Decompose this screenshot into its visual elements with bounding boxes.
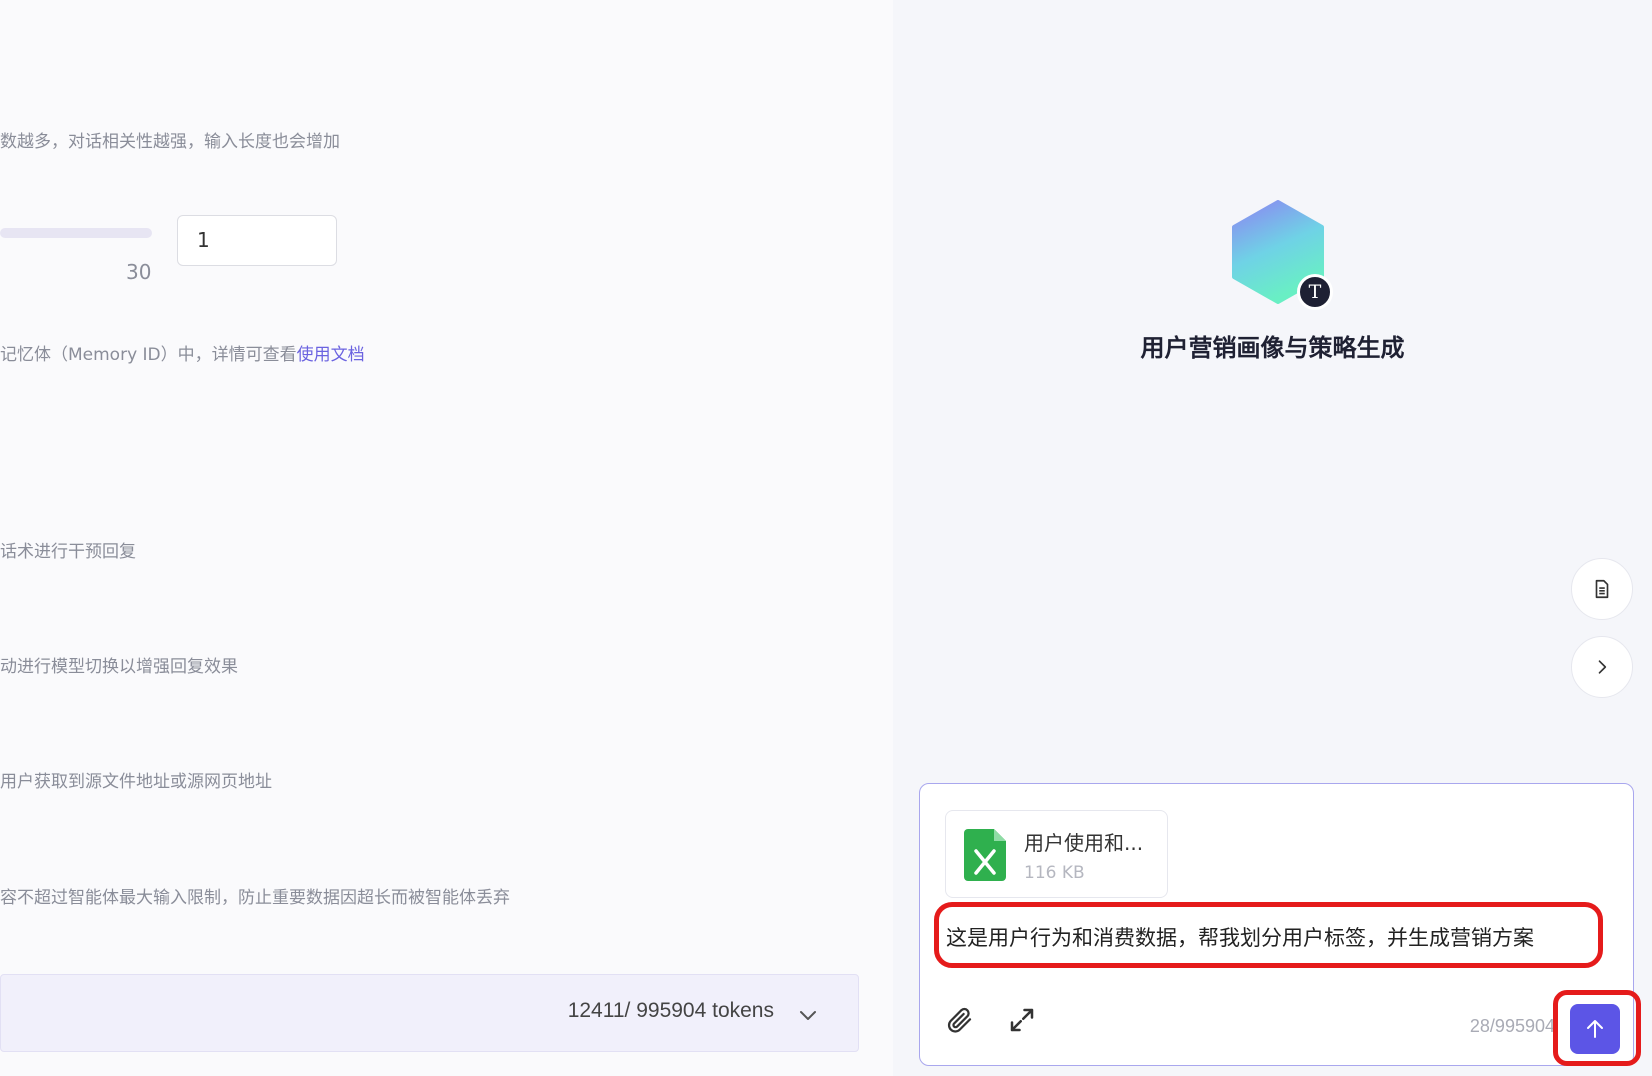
memory-description-text: 记忆体（Memory ID）中，详情可查看 bbox=[0, 345, 297, 365]
char-counter: 28/995904 bbox=[1469, 1016, 1555, 1036]
excel-file-icon bbox=[964, 829, 1006, 881]
file-name: 用户使用和... bbox=[1024, 831, 1144, 855]
settings-panel: 数越多，对话相关性越强，输入长度也会增加 30 1 记忆体（Memory ID）… bbox=[0, 0, 893, 1076]
message-composer[interactable]: 用户使用和... 116 KB 这是用户行为和消费数据，帮我划分用户标签，并生成… bbox=[919, 783, 1641, 1066]
agent-badge: T bbox=[1297, 274, 1333, 310]
chevron-right-icon bbox=[1598, 660, 1607, 674]
send-button[interactable] bbox=[1570, 1004, 1620, 1054]
paperclip-icon[interactable] bbox=[945, 1005, 975, 1035]
attached-file-card[interactable]: 用户使用和... 116 KB bbox=[945, 810, 1168, 898]
limit-description: 容不超过智能体最大输入限制，防止重要数据因超长而被智能体丢弃 bbox=[0, 888, 510, 908]
slider-max-label: 30 bbox=[126, 260, 152, 284]
source-description: 用户获取到源文件地址或源网页地址 bbox=[0, 772, 272, 792]
token-usage-text: 12411/ 995904 tokens bbox=[567, 999, 774, 1022]
memory-description: 记忆体（Memory ID）中，详情可查看使用文档 bbox=[0, 340, 365, 365]
model-switch-description: 动进行模型切换以增强回复效果 bbox=[0, 657, 238, 677]
token-usage-bar[interactable]: 12411/ 995904 tokens bbox=[0, 974, 859, 1052]
agent-title: 用户营销画像与策略生成 bbox=[1140, 334, 1405, 362]
intervene-description: 话术进行干预回复 bbox=[0, 542, 136, 562]
rounds-description: 数越多，对话相关性越强，输入长度也会增加 bbox=[0, 132, 340, 152]
document-button[interactable] bbox=[1571, 558, 1633, 620]
usage-docs-link[interactable]: 使用文档 bbox=[297, 345, 365, 365]
rounds-number-input[interactable]: 1 bbox=[177, 215, 337, 266]
file-size: 116 KB bbox=[1024, 863, 1085, 883]
message-input[interactable]: 这是用户行为和消费数据，帮我划分用户标签，并生成营销方案 bbox=[946, 922, 1534, 952]
rounds-slider[interactable] bbox=[0, 228, 152, 238]
chevron-down-icon[interactable] bbox=[796, 1003, 820, 1027]
collapse-button[interactable] bbox=[1571, 636, 1633, 698]
document-icon bbox=[1595, 579, 1609, 599]
send-highlight bbox=[1553, 990, 1641, 1066]
expand-icon[interactable] bbox=[1007, 1005, 1037, 1035]
arrow-up-icon bbox=[1587, 1020, 1603, 1038]
